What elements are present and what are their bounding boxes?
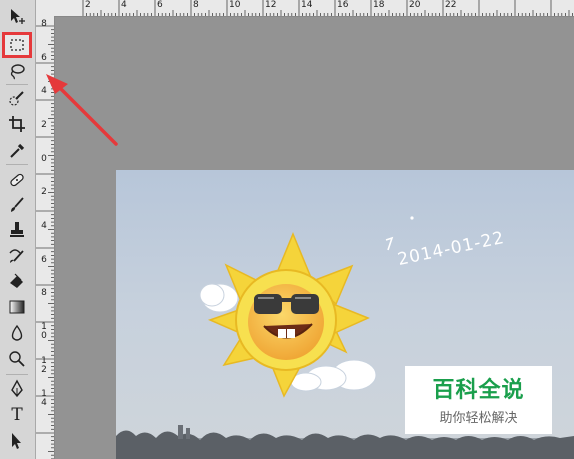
quick-selection-brush-icon	[9, 91, 24, 106]
watermark-badge: 百科全说 助你轻松解决	[405, 366, 552, 434]
brush-icon	[11, 197, 24, 212]
lasso-icon	[10, 64, 25, 80]
dodge-icon	[9, 351, 25, 367]
type-tool-button[interactable]: T	[4, 404, 30, 426]
toolbar-divider	[6, 374, 28, 375]
rectangular-marquee-tool-button[interactable]	[2, 32, 32, 58]
eyedropper-icon	[10, 143, 25, 158]
tools-panel: T	[0, 0, 36, 459]
blur-tool-button[interactable]	[4, 322, 30, 344]
history-brush-icon	[9, 249, 24, 263]
ruler-label: 6	[157, 0, 163, 10]
ruler-label: 22	[445, 0, 457, 10]
ruler-label: 16	[337, 0, 349, 10]
brush-tool-button[interactable]	[4, 194, 30, 216]
ruler-label: 8	[41, 19, 47, 29]
move-tool-button[interactable]	[4, 6, 30, 28]
ruler-label: 8	[193, 0, 199, 10]
bandage-icon	[10, 173, 24, 187]
water-drop-icon	[11, 324, 23, 341]
clone-stamp-tool-button[interactable]	[4, 219, 30, 241]
ruler-label: 18	[373, 0, 385, 10]
type-icon: T	[11, 405, 23, 425]
ruler-label: 12	[265, 0, 277, 10]
spot-healing-brush-tool-button[interactable]	[4, 169, 30, 191]
ruler-ticks	[82, 0, 573, 16]
ruler-label: 1 0	[41, 322, 47, 342]
pen-nib-icon	[11, 379, 23, 398]
gradient-tool-button[interactable]	[4, 296, 30, 318]
path-selection-tool-button[interactable]	[4, 430, 30, 452]
toolbar-divider	[6, 84, 28, 85]
eraser-tool-button[interactable]	[4, 269, 30, 291]
ruler-origin[interactable]	[36, 0, 55, 17]
quick-selection-tool-button[interactable]	[4, 88, 30, 110]
move-arrow-icon	[11, 9, 25, 24]
eyedropper-tool-button[interactable]	[4, 140, 30, 162]
crop-icon	[9, 116, 25, 132]
ruler-label: 1 4	[41, 389, 47, 409]
path-selection-arrow-icon	[12, 433, 21, 449]
ruler-label: 8	[41, 288, 47, 299]
ruler-label: 6	[41, 52, 47, 63]
watermark-subtitle: 助你轻松解决	[439, 411, 518, 426]
ruler-label: 10	[229, 0, 241, 10]
ruler-label: 2	[41, 187, 47, 198]
horizontal-ruler[interactable]: 2 4 6 8 10 12 14 16 18 20 22	[54, 0, 574, 17]
pen-tool-button[interactable]	[4, 378, 30, 400]
watermark-title: 百科全说	[432, 378, 525, 403]
annotation-arrow	[46, 74, 118, 146]
gradient-icon	[9, 300, 25, 314]
lasso-tool-button[interactable]	[4, 60, 30, 82]
ruler-label: 4	[121, 0, 127, 10]
ruler-label: 0	[41, 153, 47, 164]
toolbar-divider	[6, 164, 28, 165]
eraser-icon	[10, 273, 23, 288]
dodge-tool-button[interactable]	[4, 348, 30, 370]
ruler-label: 20	[409, 0, 421, 10]
ruler-label: 6	[41, 254, 47, 265]
history-brush-tool-button[interactable]	[4, 244, 30, 266]
ruler-label: 1 2	[41, 355, 47, 375]
stamp-icon	[10, 222, 24, 237]
ruler-label: 2	[85, 0, 91, 10]
marquee-icon	[10, 39, 24, 51]
ruler-label: 4	[41, 221, 47, 232]
crop-tool-button[interactable]	[4, 113, 30, 135]
ruler-label: 14	[301, 0, 313, 10]
